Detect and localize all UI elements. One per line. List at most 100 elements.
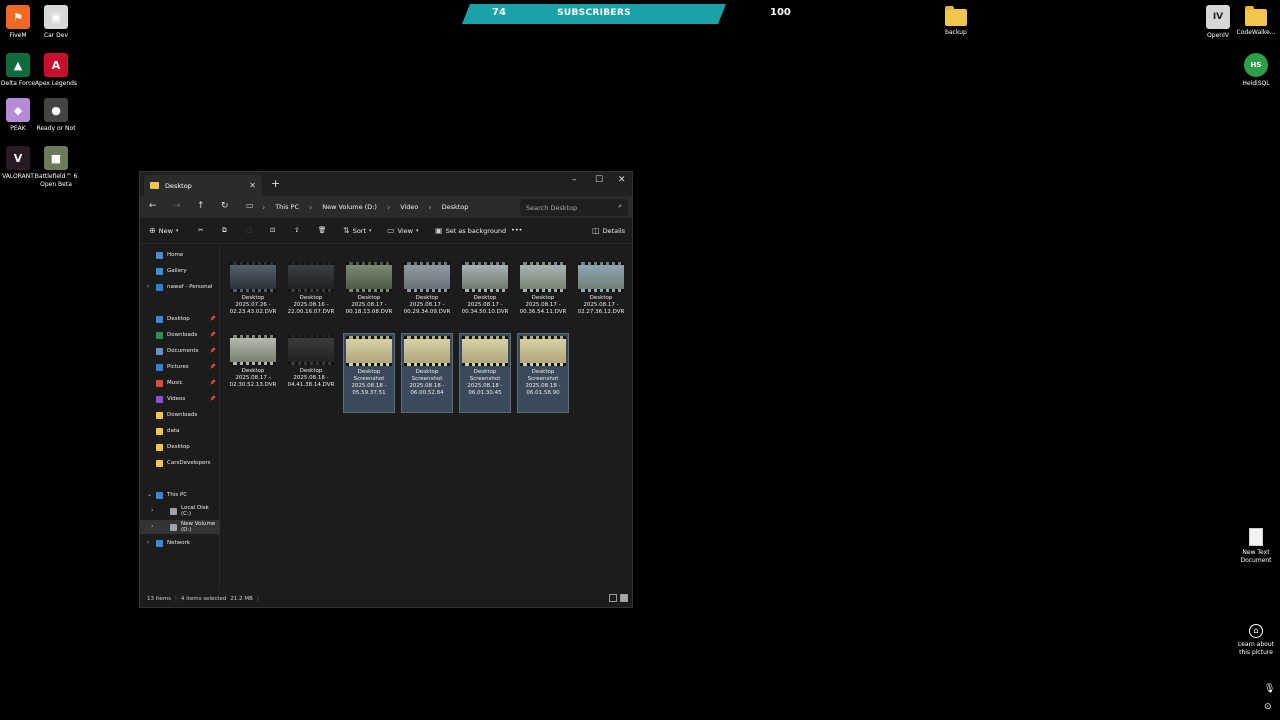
file-name: Desktop Screenshot 2025.08.18 -06.01.30.45 <box>467 369 503 396</box>
pin-icon[interactable]: 📌 <box>210 316 216 322</box>
sidebar-item-desktop[interactable]: Desktop <box>140 440 220 454</box>
file-item[interactable]: Desktop 2025.08.17 -00.34.50.10.DVR <box>459 260 511 340</box>
desktop-icon-heidisql[interactable]: HS HeidiSQL <box>1234 53 1278 88</box>
peak-icon: ◆ <box>6 98 30 122</box>
refresh-icon[interactable]: ↻ <box>221 201 229 211</box>
file-item[interactable]: Desktop 2025.08.17 -00.29.34.09.DVR <box>401 260 453 340</box>
sidebar-item-network[interactable]: Network <box>140 536 220 550</box>
chevron-right-icon[interactable]: › <box>151 523 153 530</box>
location-icon <box>156 315 163 323</box>
breadcrumb-this-pc[interactable]: This PC <box>275 203 299 211</box>
file-item[interactable]: Desktop Screenshot 2025.08.18 -06.01.30.45 <box>459 333 511 413</box>
ready-or-not-icon: ● <box>44 98 68 122</box>
file-item[interactable]: Desktop 2025.08.17 -00.18.13.08.DVR <box>343 260 395 340</box>
desktop-icon-label: HeidiSQL <box>1242 80 1270 87</box>
location-icon <box>156 539 163 547</box>
file-item[interactable]: Desktop Screenshot 2025.08.18 -06.00.52.84 <box>401 333 453 413</box>
video-thumbnail <box>404 262 450 292</box>
video-thumbnail <box>578 262 624 292</box>
file-item[interactable]: Desktop 2025.08.17 -00.36.54.11.DVR <box>517 260 569 340</box>
sidebar-item-label: Downloads <box>167 332 198 338</box>
paste-icon[interactable]: ▢ <box>246 226 252 234</box>
file-item[interactable]: Desktop Screenshot 2025.08.18 -06.01.58.90 <box>517 333 569 413</box>
sidebar-item-label: Documents <box>167 348 199 354</box>
sidebar-item-music[interactable]: Music 📌 <box>140 376 220 390</box>
sidebar-item-label: Home <box>167 252 184 258</box>
desktop-icon-new-text-document[interactable]: New Text Document <box>1234 528 1278 564</box>
chevron-right-icon[interactable]: › <box>147 283 149 290</box>
breadcrumb-video[interactable]: Video <box>400 203 418 211</box>
delete-icon[interactable]: 🗑 <box>318 226 326 234</box>
chevron-right-icon[interactable]: › <box>147 539 149 546</box>
cut-icon[interactable]: ✂ <box>198 226 203 234</box>
file-item[interactable]: Desktop 2025.08.17 -02.27.36.12.DVR <box>575 260 627 340</box>
microphone-icon[interactable]: 🎙 <box>1264 684 1275 694</box>
desktop-icon-car-dev[interactable]: ▣ Car Dev <box>34 5 78 40</box>
target-icon[interactable]: ⊙ <box>1264 702 1272 712</box>
details-view-toggle[interactable] <box>609 594 617 602</box>
minimize-button[interactable]: – <box>572 175 577 185</box>
sidebar-item-gallery[interactable]: Gallery <box>140 264 220 278</box>
desktop-icon-battlefield-6[interactable]: ■ Battlefield™ 6 Open Beta <box>34 146 78 188</box>
breadcrumb-new-volume[interactable]: New Volume (D:) <box>322 203 377 211</box>
sidebar-item-desktop[interactable]: Desktop 📌 <box>140 312 220 326</box>
new-button[interactable]: ⊕ New ▾ <box>149 226 178 235</box>
sidebar-item-downloads[interactable]: Downloads <box>140 408 220 422</box>
chevron-down-icon[interactable]: ⌄ <box>147 491 152 498</box>
chevron-right-icon[interactable]: › <box>151 507 153 514</box>
file-list: Desktop 2025.07.26 -02.23.43.02.DVR Deskto… <box>221 245 632 592</box>
share-icon[interactable]: ⇪ <box>294 226 299 234</box>
rename-icon[interactable]: ⊡ <box>270 226 275 234</box>
copy-icon[interactable]: ⧉ <box>222 226 227 235</box>
sidebar-item-documents[interactable]: Documents 📌 <box>140 344 220 358</box>
sidebar-item-videos[interactable]: Videos 📌 <box>140 392 220 406</box>
file-item[interactable]: Desktop 2025.08.16 -22.00.16.07.DVR <box>285 260 337 340</box>
sidebar-item-pictures[interactable]: Pictures 📌 <box>140 360 220 374</box>
large-icons-view-toggle[interactable] <box>620 594 628 602</box>
search-input[interactable]: Search Desktop ⌕ <box>520 199 628 216</box>
close-button[interactable]: ✕ <box>618 175 626 185</box>
desktop-icon-ready-or-not[interactable]: ● Ready or Not <box>34 98 78 133</box>
file-item[interactable]: Desktop Screenshot 2025.08.18 -05.59.37.51 <box>343 333 395 413</box>
sidebar-item-nawaf-personal[interactable]: nawaf - Personal <box>140 280 220 294</box>
back-icon[interactable]: ← <box>149 201 157 211</box>
desktop-icon-label: CodeWalke... <box>1236 29 1276 36</box>
desktop-icon-codewalker[interactable]: CodeWalke... <box>1234 5 1278 37</box>
sidebar-item-home[interactable]: Home <box>140 248 220 262</box>
sidebar-item-carsdevelopers[interactable]: CarsDevelopers <box>140 456 220 470</box>
desktop-icon-backup[interactable]: backup <box>934 5 978 37</box>
sort-button[interactable]: ⇅ Sort ▾ <box>343 226 372 235</box>
sidebar-item-downloads[interactable]: Downloads 📌 <box>140 328 220 342</box>
sidebar-item-label: This PC <box>167 492 188 498</box>
location-icon <box>156 331 163 339</box>
more-options-icon[interactable]: ••• <box>511 226 523 234</box>
sort-label: Sort <box>352 226 367 235</box>
pin-icon[interactable]: 📌 <box>210 348 216 354</box>
tab-desktop[interactable]: Desktop ✕ <box>144 175 262 196</box>
close-tab-icon[interactable]: ✕ <box>249 181 256 190</box>
maximize-button[interactable]: ☐ <box>595 175 603 185</box>
pin-icon[interactable]: 📌 <box>210 380 216 386</box>
pin-icon[interactable]: 📌 <box>210 396 216 402</box>
learn-about-picture[interactable]: ⌂ Learn about this picture <box>1234 624 1278 656</box>
pin-icon[interactable]: 📌 <box>210 332 216 338</box>
file-item[interactable]: Desktop 2025.08.17 -02.30.52.13.DVR <box>227 333 279 413</box>
breadcrumb-desktop[interactable]: Desktop <box>442 203 469 211</box>
file-item[interactable]: Desktop 2025.08.18 -04.41.38.14.DVR <box>285 333 337 413</box>
up-icon[interactable]: ↑ <box>197 201 205 211</box>
video-thumbnail <box>520 336 566 366</box>
sidebar-item-data[interactable]: data <box>140 424 220 438</box>
location-icon <box>156 363 163 371</box>
view-button[interactable]: ▭ View ▾ <box>387 226 419 235</box>
pin-icon[interactable]: 📌 <box>210 364 216 370</box>
forward-icon[interactable]: → <box>173 201 181 211</box>
details-button[interactable]: ◫ Details <box>592 226 625 235</box>
set-as-background-button[interactable]: ▣ Set as background <box>435 226 506 235</box>
file-name: Desktop 2025.08.17 -02.30.52.13.DVR <box>229 368 277 388</box>
sidebar-item-label: nawaf - Personal <box>167 284 213 290</box>
sidebar-item-label: Network <box>167 540 190 546</box>
new-tab-button[interactable]: + <box>271 177 280 190</box>
desktop-icon-apex-legends[interactable]: A Apex Legends <box>34 53 78 88</box>
battlefield-6-icon: ■ <box>44 146 68 170</box>
file-item[interactable]: Desktop 2025.07.26 -02.23.43.02.DVR <box>227 260 279 340</box>
